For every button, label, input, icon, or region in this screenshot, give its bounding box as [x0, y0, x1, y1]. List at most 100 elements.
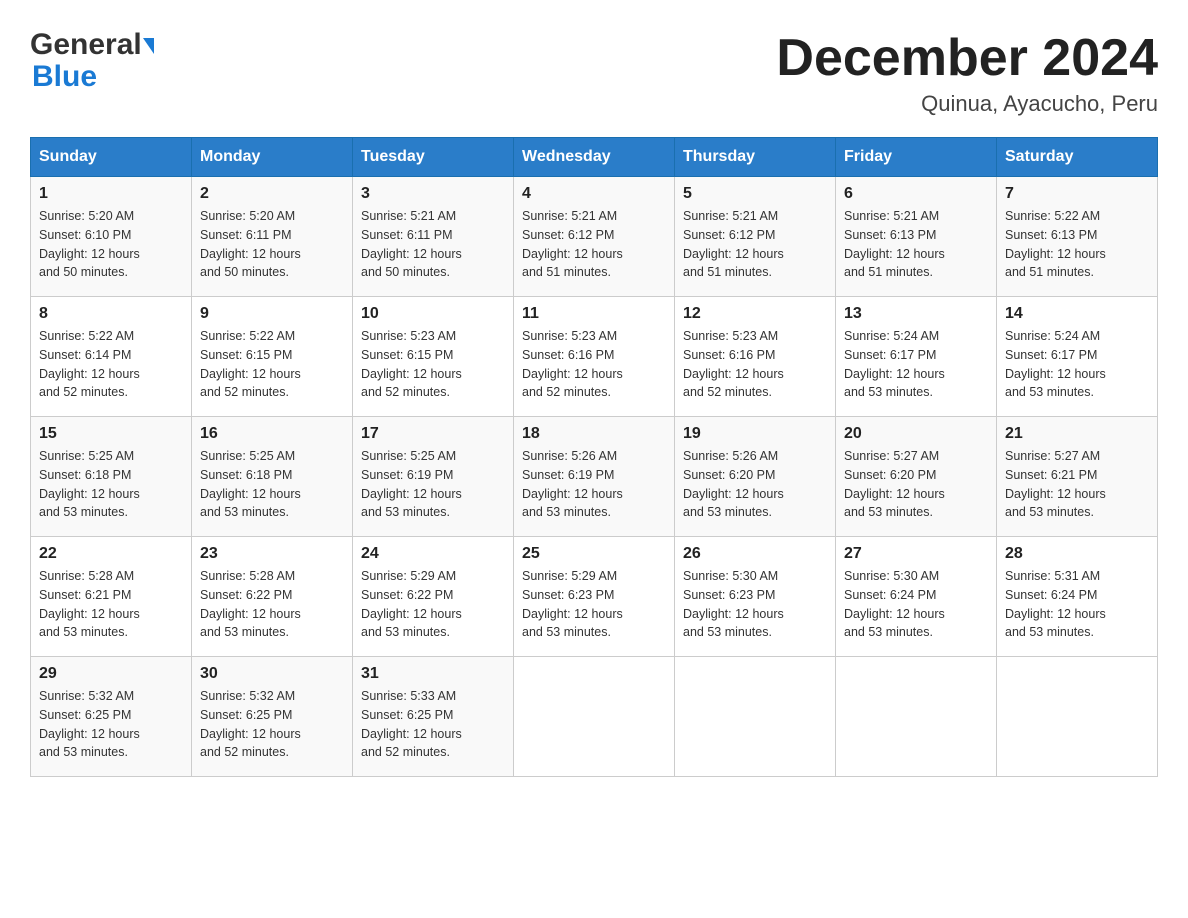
day-info: Sunrise: 5:22 AM Sunset: 6:14 PM Dayligh…	[39, 327, 183, 402]
calendar-cell: 12 Sunrise: 5:23 AM Sunset: 6:16 PM Dayli…	[675, 297, 836, 417]
day-info: Sunrise: 5:22 AM Sunset: 6:13 PM Dayligh…	[1005, 207, 1149, 282]
day-number: 10	[361, 305, 505, 323]
day-info: Sunrise: 5:25 AM Sunset: 6:19 PM Dayligh…	[361, 447, 505, 522]
calendar-header-wednesday: Wednesday	[514, 138, 675, 177]
day-number: 3	[361, 185, 505, 203]
day-info: Sunrise: 5:25 AM Sunset: 6:18 PM Dayligh…	[39, 447, 183, 522]
day-info: Sunrise: 5:30 AM Sunset: 6:23 PM Dayligh…	[683, 567, 827, 642]
day-number: 24	[361, 545, 505, 563]
day-number: 14	[1005, 305, 1149, 323]
calendar-cell: 8 Sunrise: 5:22 AM Sunset: 6:14 PM Daylig…	[31, 297, 192, 417]
calendar-cell: 18 Sunrise: 5:26 AM Sunset: 6:19 PM Dayli…	[514, 417, 675, 537]
day-info: Sunrise: 5:21 AM Sunset: 6:12 PM Dayligh…	[522, 207, 666, 282]
day-number: 1	[39, 185, 183, 203]
day-number: 17	[361, 425, 505, 443]
calendar-cell: 2Sunrise: 5:20 AM Sunset: 6:11 PM Daylig…	[192, 177, 353, 297]
day-info: Sunrise: 5:33 AM Sunset: 6:25 PM Dayligh…	[361, 687, 505, 762]
calendar-table: SundayMondayTuesdayWednesdayThursdayFrid…	[30, 137, 1158, 777]
calendar-header-thursday: Thursday	[675, 138, 836, 177]
month-title: December 2024	[776, 30, 1158, 87]
day-info: Sunrise: 5:31 AM Sunset: 6:24 PM Dayligh…	[1005, 567, 1149, 642]
day-info: Sunrise: 5:27 AM Sunset: 6:21 PM Dayligh…	[1005, 447, 1149, 522]
day-info: Sunrise: 5:21 AM Sunset: 6:11 PM Dayligh…	[361, 207, 505, 282]
day-info: Sunrise: 5:23 AM Sunset: 6:15 PM Dayligh…	[361, 327, 505, 402]
day-number: 8	[39, 305, 183, 323]
day-info: Sunrise: 5:24 AM Sunset: 6:17 PM Dayligh…	[844, 327, 988, 402]
day-info: Sunrise: 5:26 AM Sunset: 6:19 PM Dayligh…	[522, 447, 666, 522]
calendar-cell: 29 Sunrise: 5:32 AM Sunset: 6:25 PM Dayli…	[31, 657, 192, 777]
calendar-week-row: 1Sunrise: 5:20 AM Sunset: 6:10 PM Daylig…	[31, 177, 1158, 297]
day-number: 13	[844, 305, 988, 323]
day-number: 26	[683, 545, 827, 563]
day-info: Sunrise: 5:27 AM Sunset: 6:20 PM Dayligh…	[844, 447, 988, 522]
day-number: 25	[522, 545, 666, 563]
day-number: 11	[522, 305, 666, 323]
day-info: Sunrise: 5:23 AM Sunset: 6:16 PM Dayligh…	[683, 327, 827, 402]
calendar-cell	[997, 657, 1158, 777]
day-number: 23	[200, 545, 344, 563]
day-info: Sunrise: 5:24 AM Sunset: 6:17 PM Dayligh…	[1005, 327, 1149, 402]
calendar-cell: 1Sunrise: 5:20 AM Sunset: 6:10 PM Daylig…	[31, 177, 192, 297]
day-number: 7	[1005, 185, 1149, 203]
calendar-cell: 22 Sunrise: 5:28 AM Sunset: 6:21 PM Dayli…	[31, 537, 192, 657]
day-info: Sunrise: 5:32 AM Sunset: 6:25 PM Dayligh…	[200, 687, 344, 762]
day-info: Sunrise: 5:29 AM Sunset: 6:22 PM Dayligh…	[361, 567, 505, 642]
day-info: Sunrise: 5:23 AM Sunset: 6:16 PM Dayligh…	[522, 327, 666, 402]
calendar-cell: 24 Sunrise: 5:29 AM Sunset: 6:22 PM Dayli…	[353, 537, 514, 657]
calendar-cell	[675, 657, 836, 777]
day-number: 22	[39, 545, 183, 563]
calendar-cell: 27Sunrise: 5:30 AM Sunset: 6:24 PM Dayli…	[836, 537, 997, 657]
day-info: Sunrise: 5:29 AM Sunset: 6:23 PM Dayligh…	[522, 567, 666, 642]
day-number: 9	[200, 305, 344, 323]
day-info: Sunrise: 5:20 AM Sunset: 6:11 PM Dayligh…	[200, 207, 344, 282]
day-number: 12	[683, 305, 827, 323]
day-info: Sunrise: 5:28 AM Sunset: 6:21 PM Dayligh…	[39, 567, 183, 642]
calendar-cell: 31 Sunrise: 5:33 AM Sunset: 6:25 PM Dayli…	[353, 657, 514, 777]
day-info: Sunrise: 5:21 AM Sunset: 6:12 PM Dayligh…	[683, 207, 827, 282]
day-number: 15	[39, 425, 183, 443]
day-number: 18	[522, 425, 666, 443]
day-info: Sunrise: 5:30 AM Sunset: 6:24 PM Dayligh…	[844, 567, 988, 642]
day-info: Sunrise: 5:25 AM Sunset: 6:18 PM Dayligh…	[200, 447, 344, 522]
logo-general-text: General	[30, 30, 142, 60]
calendar-cell: 4 Sunrise: 5:21 AM Sunset: 6:12 PM Daylig…	[514, 177, 675, 297]
calendar-cell: 6 Sunrise: 5:21 AM Sunset: 6:13 PM Daylig…	[836, 177, 997, 297]
day-number: 28	[1005, 545, 1149, 563]
day-number: 20	[844, 425, 988, 443]
calendar-cell: 17 Sunrise: 5:25 AM Sunset: 6:19 PM Dayli…	[353, 417, 514, 537]
calendar-week-row: 15 Sunrise: 5:25 AM Sunset: 6:18 PM Dayli…	[31, 417, 1158, 537]
calendar-cell	[514, 657, 675, 777]
calendar-cell: 10 Sunrise: 5:23 AM Sunset: 6:15 PM Dayli…	[353, 297, 514, 417]
logo-triangle-icon	[143, 38, 154, 54]
calendar-cell: 20 Sunrise: 5:27 AM Sunset: 6:20 PM Dayli…	[836, 417, 997, 537]
day-info: Sunrise: 5:32 AM Sunset: 6:25 PM Dayligh…	[39, 687, 183, 762]
calendar-week-row: 22 Sunrise: 5:28 AM Sunset: 6:21 PM Dayli…	[31, 537, 1158, 657]
calendar-cell: 28 Sunrise: 5:31 AM Sunset: 6:24 PM Dayli…	[997, 537, 1158, 657]
day-number: 29	[39, 665, 183, 683]
calendar-cell: 11 Sunrise: 5:23 AM Sunset: 6:16 PM Dayli…	[514, 297, 675, 417]
day-info: Sunrise: 5:28 AM Sunset: 6:22 PM Dayligh…	[200, 567, 344, 642]
day-number: 19	[683, 425, 827, 443]
day-number: 6	[844, 185, 988, 203]
title-block: December 2024 Quinua, Ayacucho, Peru	[776, 30, 1158, 117]
day-number: 31	[361, 665, 505, 683]
day-number: 21	[1005, 425, 1149, 443]
day-info: Sunrise: 5:21 AM Sunset: 6:13 PM Dayligh…	[844, 207, 988, 282]
location-title: Quinua, Ayacucho, Peru	[776, 91, 1158, 117]
day-number: 5	[683, 185, 827, 203]
calendar-cell	[836, 657, 997, 777]
calendar-header-row: SundayMondayTuesdayWednesdayThursdayFrid…	[31, 138, 1158, 177]
calendar-header-saturday: Saturday	[997, 138, 1158, 177]
calendar-cell: 25 Sunrise: 5:29 AM Sunset: 6:23 PM Dayli…	[514, 537, 675, 657]
calendar-cell: 9Sunrise: 5:22 AM Sunset: 6:15 PM Daylig…	[192, 297, 353, 417]
page-header: General Blue December 2024 Quinua, Ayacu…	[30, 30, 1158, 117]
calendar-cell: 30Sunrise: 5:32 AM Sunset: 6:25 PM Dayli…	[192, 657, 353, 777]
logo: General Blue	[30, 30, 154, 94]
calendar-cell: 15 Sunrise: 5:25 AM Sunset: 6:18 PM Dayli…	[31, 417, 192, 537]
calendar-header-sunday: Sunday	[31, 138, 192, 177]
day-number: 4	[522, 185, 666, 203]
calendar-cell: 5 Sunrise: 5:21 AM Sunset: 6:12 PM Daylig…	[675, 177, 836, 297]
calendar-header-monday: Monday	[192, 138, 353, 177]
calendar-cell: 14 Sunrise: 5:24 AM Sunset: 6:17 PM Dayli…	[997, 297, 1158, 417]
calendar-header-friday: Friday	[836, 138, 997, 177]
